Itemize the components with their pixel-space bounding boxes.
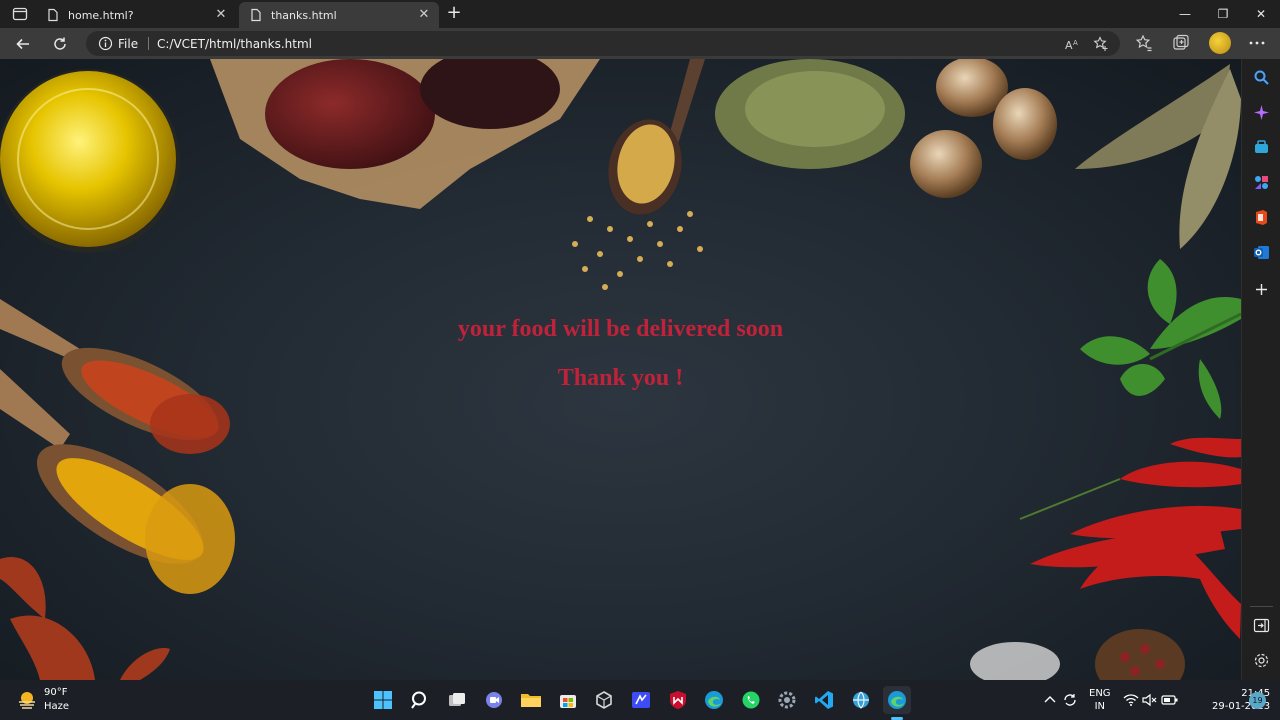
weather-temperature: 90°F: [44, 687, 68, 698]
title-bar: home.html? ✕ thanks.html ✕ + — ❐ ✕: [0, 0, 1280, 28]
profile-avatar[interactable]: [1209, 32, 1231, 54]
read-aloud-icon[interactable]: A A: [1064, 36, 1080, 52]
shield-icon: [670, 691, 686, 709]
whatsapp-icon: [742, 691, 760, 709]
back-button[interactable]: [12, 33, 34, 55]
refresh-button[interactable]: [49, 33, 71, 55]
edge-icon: [888, 691, 906, 709]
weather-description: Haze: [44, 701, 70, 712]
language-code: ENG: [1089, 688, 1111, 699]
start-button[interactable]: [369, 686, 397, 714]
scheme-label: File: [118, 37, 139, 51]
region-code: IN: [1094, 701, 1105, 712]
microsoft-store-button[interactable]: [554, 686, 582, 714]
settings-icon[interactable]: [1253, 652, 1270, 669]
maximize-button[interactable]: ❐: [1204, 0, 1242, 28]
antivirus-button[interactable]: [664, 686, 692, 714]
input-language[interactable]: ENG IN: [1089, 680, 1111, 720]
edge-sidebar: [1241, 59, 1280, 680]
page-icon: [48, 8, 58, 22]
sync-icon: [1064, 694, 1076, 706]
volume-muted-icon: [1142, 693, 1157, 707]
address-bar[interactable]: File C:/VCET/html/thanks.html A A: [86, 31, 1120, 56]
navigation-bar: File C:/VCET/html/thanks.html A A: [0, 28, 1280, 59]
thank-you-message: Thank you !: [557, 365, 684, 391]
task-view-button[interactable]: [443, 686, 471, 714]
cube-icon: [596, 691, 612, 709]
haze-weather-icon: [19, 692, 35, 709]
shopping-icon[interactable]: [1253, 139, 1270, 156]
svg-text:A: A: [1073, 39, 1078, 47]
sidebar-toggle-icon[interactable]: [1253, 617, 1270, 634]
edge-icon: [705, 691, 723, 709]
refresh-icon: [54, 37, 66, 50]
battery-icon: [1161, 695, 1178, 705]
app-button-cube[interactable]: [590, 686, 618, 714]
minimize-button[interactable]: —: [1166, 0, 1204, 28]
window-controls: — ❐ ✕: [1166, 0, 1280, 28]
teams-chat-button[interactable]: [480, 686, 508, 714]
vscode-icon: [815, 691, 833, 709]
whatsapp-button[interactable]: [737, 686, 765, 714]
tab-thanks[interactable]: thanks.html ✕: [239, 2, 439, 28]
store-icon: [560, 695, 576, 708]
svg-text:A: A: [1065, 39, 1073, 52]
sync-status[interactable]: [1062, 680, 1078, 720]
delivery-message: your food will be delivered soon: [457, 316, 784, 342]
search-icon: [411, 691, 426, 709]
tab-actions-icon[interactable]: [12, 6, 28, 22]
edge-browser-button[interactable]: [700, 686, 728, 714]
weather-widget[interactable]: 90°F Haze: [16, 686, 69, 714]
chevron-up-icon: [1044, 696, 1056, 703]
vscode-button[interactable]: [810, 686, 838, 714]
taskbar-search-button[interactable]: [406, 686, 434, 714]
add-favorite-icon[interactable]: [1093, 36, 1109, 52]
file-explorer-button[interactable]: [517, 686, 545, 714]
divider: [148, 37, 149, 50]
outlook-icon[interactable]: [1253, 244, 1270, 261]
arrow-left-icon: [16, 38, 29, 50]
new-tab-button[interactable]: +: [445, 4, 463, 23]
app-button-editor[interactable]: [627, 686, 655, 714]
office-icon[interactable]: [1253, 209, 1270, 226]
gear-icon: [778, 691, 796, 709]
edge-active-button[interactable]: [883, 686, 911, 714]
wifi-icon: [1123, 694, 1139, 706]
divider: [1250, 606, 1273, 607]
close-icon[interactable]: ✕: [214, 8, 228, 22]
task-view-icon: [449, 693, 465, 706]
windows-logo-icon: [374, 691, 392, 709]
quick-settings-button[interactable]: [1123, 680, 1179, 720]
more-options-icon[interactable]: [1248, 34, 1266, 52]
notification-badge[interactable]: 19: [1249, 692, 1266, 709]
add-icon[interactable]: [1253, 281, 1270, 298]
network-app-button[interactable]: [847, 686, 875, 714]
url-text[interactable]: C:/VCET/html/thanks.html: [157, 37, 312, 51]
info-icon[interactable]: [98, 36, 113, 51]
pen-app-icon: [632, 692, 650, 708]
tools-icon[interactable]: [1253, 174, 1270, 191]
favorites-icon[interactable]: [1135, 34, 1153, 52]
tab-label: home.html?: [68, 8, 134, 22]
folder-icon: [521, 694, 541, 707]
page-content: your food will be delivered soon Thank y…: [0, 59, 1241, 680]
page-icon: [251, 8, 261, 22]
tab-label: thanks.html: [271, 8, 337, 22]
chat-icon: [486, 692, 502, 708]
close-window-button[interactable]: ✕: [1242, 0, 1280, 28]
close-icon[interactable]: ✕: [417, 8, 431, 22]
discover-icon[interactable]: [1253, 104, 1270, 121]
tab-home[interactable]: home.html? ✕: [36, 2, 236, 28]
settings-button[interactable]: [773, 686, 801, 714]
collections-icon[interactable]: [1172, 34, 1190, 52]
globe-icon: [853, 691, 869, 709]
search-icon[interactable]: [1253, 69, 1270, 86]
show-hidden-icons-button[interactable]: [1043, 680, 1057, 720]
taskbar: 90°F Haze ENG IN 29-01-2023 19: [0, 680, 1280, 720]
